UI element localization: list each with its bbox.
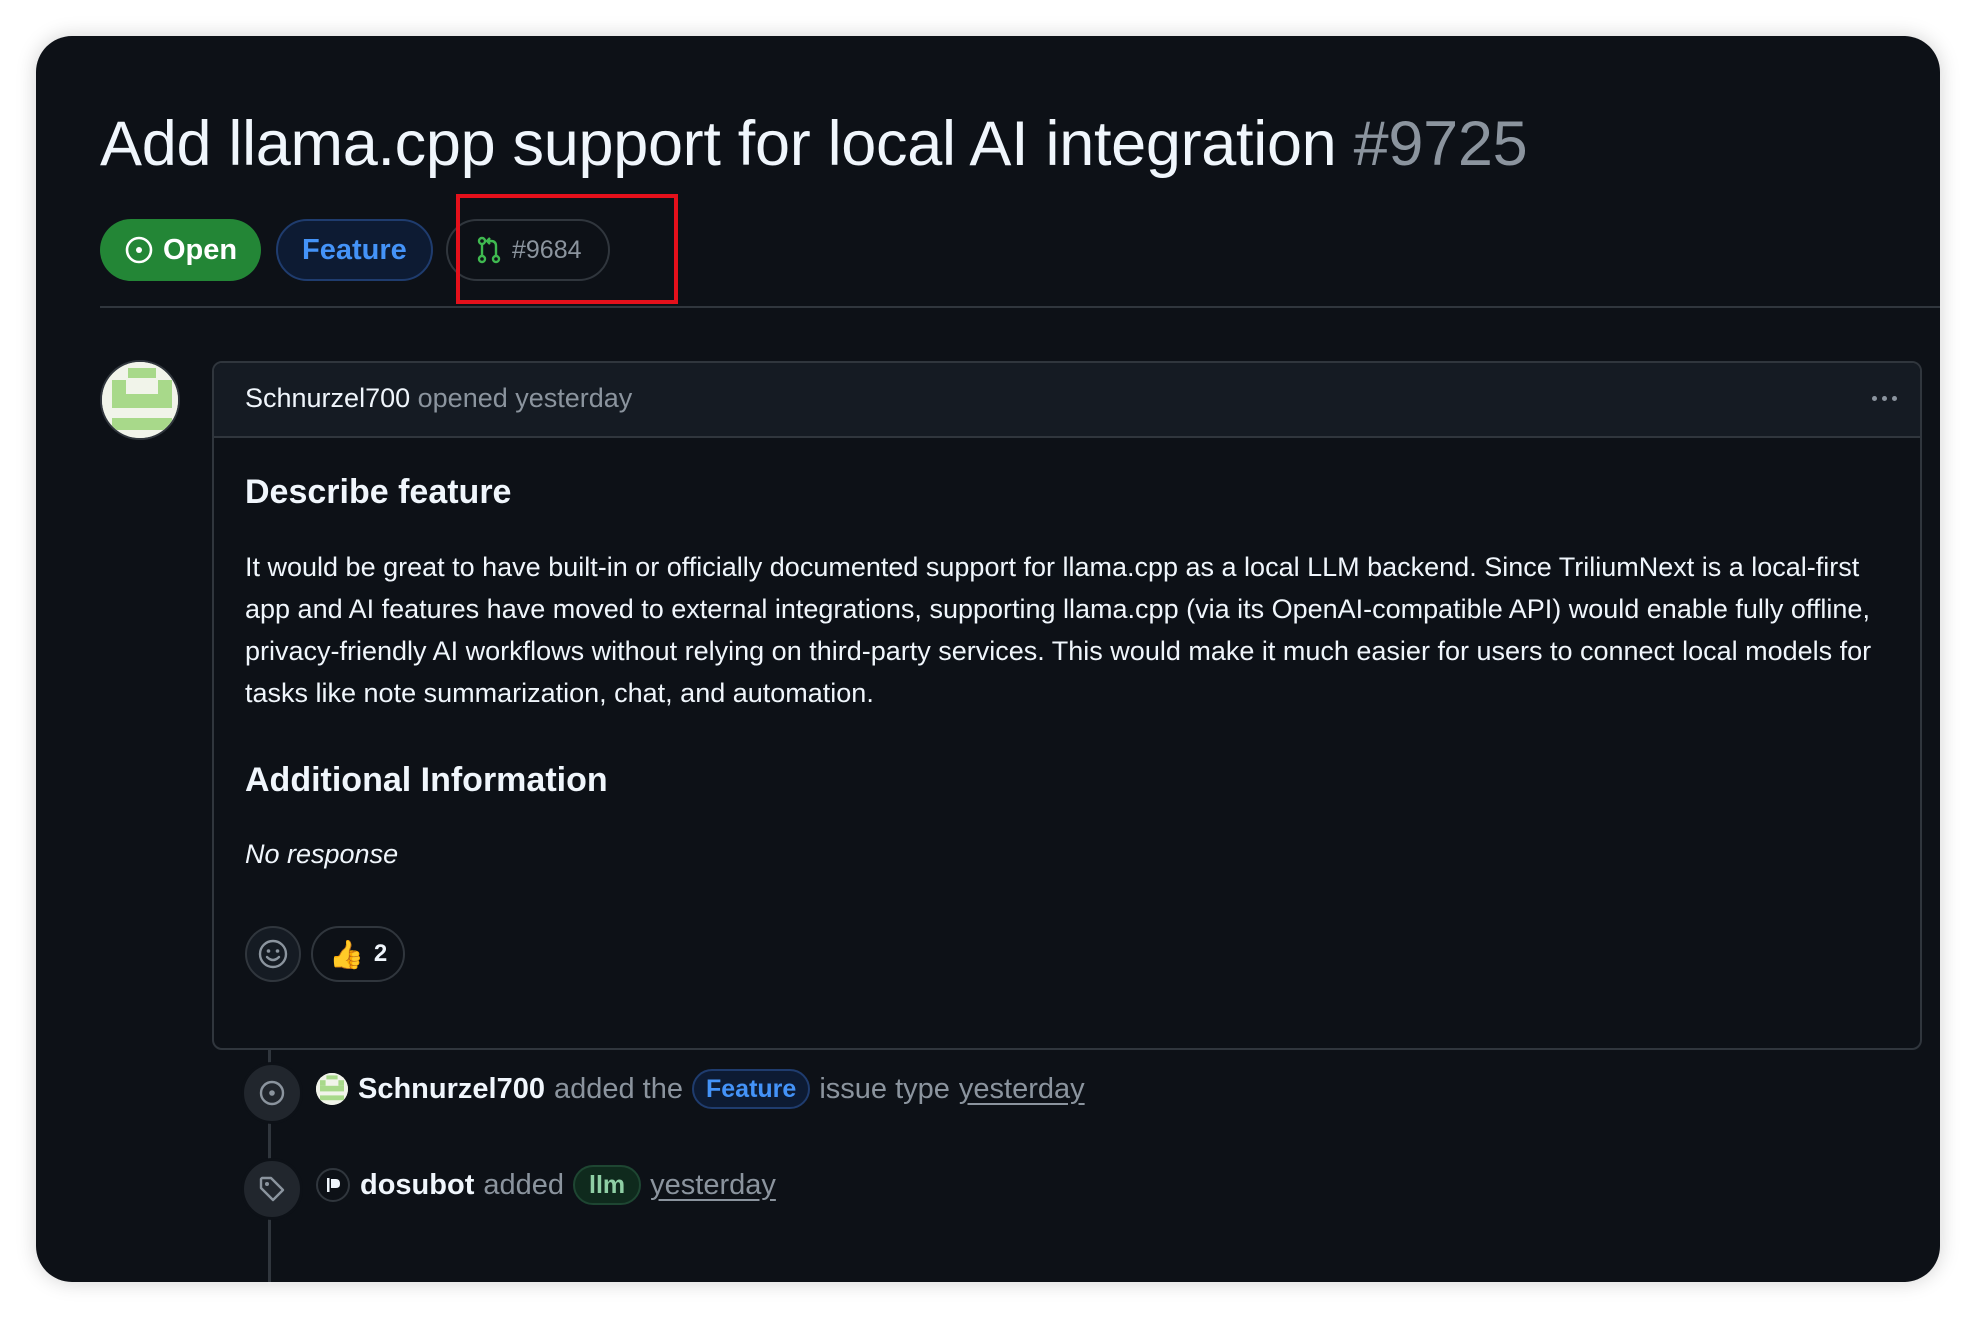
- issue-number: #9725: [1353, 109, 1528, 179]
- tag-icon: [241, 1158, 303, 1220]
- issue-title-text: Add llama.cpp support for local AI integ…: [100, 109, 1337, 179]
- timeline-action: added the: [553, 1072, 683, 1105]
- issue-window: Add llama.cpp support for local AI integ…: [36, 36, 1940, 1282]
- heading-additional-information: Additional Information: [245, 761, 608, 799]
- issue-comment: Schnurzel700 opened yesterday Describe f…: [212, 361, 1922, 1050]
- issue-type-badge[interactable]: Feature: [276, 219, 433, 281]
- timeline-actor[interactable]: dosubot: [360, 1169, 474, 1202]
- additional-information-text: No response: [245, 839, 399, 869]
- reaction-thumbs-up[interactable]: 👍 2: [311, 926, 406, 982]
- smiley-icon: [258, 939, 288, 969]
- timeline-action: added: [483, 1168, 565, 1201]
- issue-open-icon: [125, 236, 153, 264]
- kebab-menu-icon[interactable]: [1864, 383, 1904, 413]
- author-avatar[interactable]: [100, 360, 180, 440]
- issue-type-label: Feature: [302, 233, 407, 266]
- comment-author[interactable]: Schnurzel700: [245, 383, 410, 413]
- heading-describe-feature: Describe feature: [245, 473, 512, 511]
- status-badge-open: Open: [100, 219, 262, 281]
- timeline-event-issue-type: Schnurzel700 added the Feature issue typ…: [316, 1068, 1085, 1110]
- comment-header: Schnurzel700 opened yesterday: [214, 363, 1920, 438]
- timeline-timestamp[interactable]: yesterday: [650, 1169, 776, 1202]
- timeline-actor[interactable]: Schnurzel700: [358, 1073, 545, 1106]
- timeline-timestamp[interactable]: yesterday: [959, 1073, 1085, 1106]
- actor-avatar[interactable]: [316, 1073, 348, 1105]
- timeline-event-label: dosubot added llm yesterday: [316, 1164, 776, 1206]
- comment-body: It would be great to have built-in or of…: [245, 552, 1872, 708]
- comment-meta: opened yesterday: [417, 383, 633, 413]
- add-reaction-button[interactable]: [245, 926, 301, 982]
- thumbs-up-icon: 👍: [329, 938, 364, 970]
- identicon-avatar-icon: [102, 362, 178, 438]
- status-label: Open: [163, 233, 238, 266]
- bot-avatar[interactable]: [316, 1168, 350, 1202]
- highlight-box: [456, 194, 678, 304]
- reaction-count: 2: [373, 940, 388, 967]
- comment-author-line: Schnurzel700 opened yesterday: [245, 383, 632, 414]
- timeline-action-suffix: issue type: [819, 1072, 950, 1105]
- label-llm[interactable]: llm: [573, 1165, 642, 1205]
- issue-type-feature-label[interactable]: Feature: [692, 1069, 811, 1109]
- header-divider: [100, 306, 1940, 308]
- issue-title: Add llama.cpp support for local AI integ…: [100, 108, 1528, 180]
- issue-type-icon: [241, 1062, 303, 1124]
